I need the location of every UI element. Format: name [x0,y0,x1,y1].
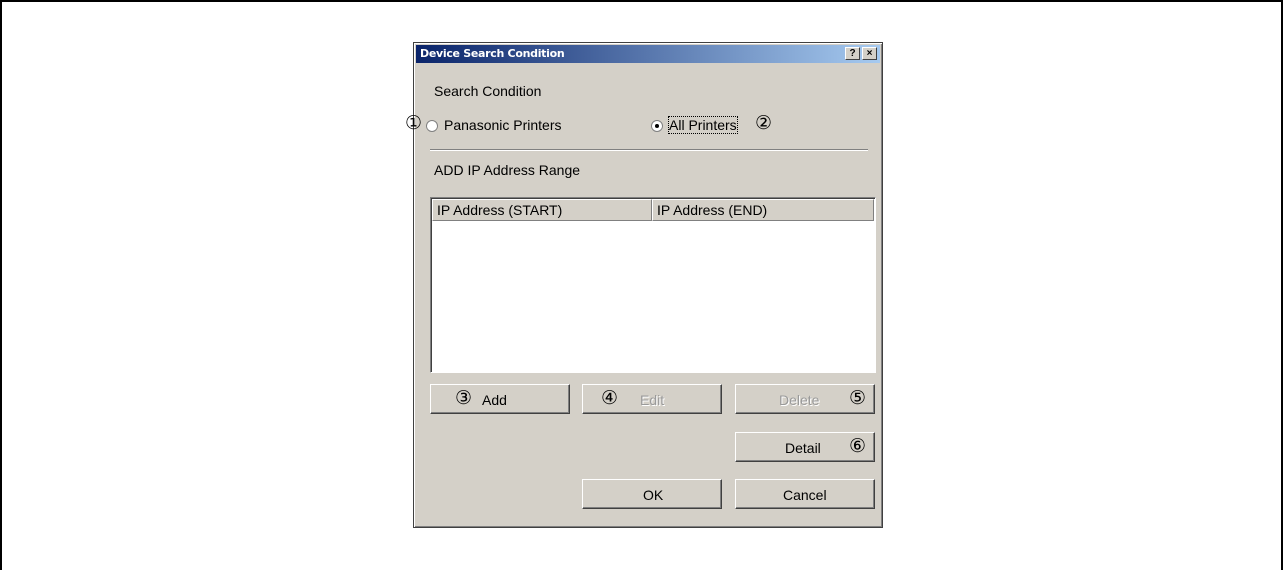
all-printers-radio[interactable] [651,120,663,132]
ok-button[interactable]: OK [582,479,722,509]
edit-button[interactable]: ④ Edit [582,384,722,414]
column-header-start[interactable]: IP Address (START) [432,199,652,221]
close-button[interactable]: × [862,47,877,60]
dialog-title: Device Search Condition [420,47,565,60]
help-button[interactable]: ? [845,47,860,60]
cancel-button[interactable]: Cancel [735,479,875,509]
add-button[interactable]: ③ Add [430,384,570,414]
callout-2: ② [755,112,773,134]
detail-button[interactable]: Detail ⑥ [735,432,875,462]
ip-range-list[interactable]: IP Address (START) IP Address (END) [430,197,876,373]
ok-button-label: OK [643,487,664,503]
callout-1: ① [405,112,423,134]
callout-6: ⑥ [849,435,867,457]
add-button-label: Add [482,392,507,408]
delete-button-label: Delete [779,392,820,408]
all-printers-label[interactable]: All Printers [668,116,738,134]
search-condition-label: Search Condition [434,83,542,99]
ip-range-label: ADD IP Address Range [434,162,581,178]
device-search-condition-dialog: Device Search Condition ? × Search Condi… [405,42,883,528]
edit-button-label: Edit [640,392,665,408]
title-bar: Device Search Condition ? × [416,45,880,63]
detail-button-label: Detail [785,440,821,456]
callout-4: ④ [601,387,619,409]
panasonic-printers-label[interactable]: Panasonic Printers [444,117,562,133]
cancel-button-label: Cancel [783,487,827,503]
delete-button[interactable]: Delete ⑤ [735,384,875,414]
callout-3: ③ [455,387,473,409]
ip-range-list-body: IP Address (START) IP Address (END) [431,198,875,372]
callout-5: ⑤ [849,387,867,409]
separator [430,149,868,151]
panasonic-printers-radio[interactable] [426,120,438,132]
column-header-end[interactable]: IP Address (END) [652,199,874,221]
